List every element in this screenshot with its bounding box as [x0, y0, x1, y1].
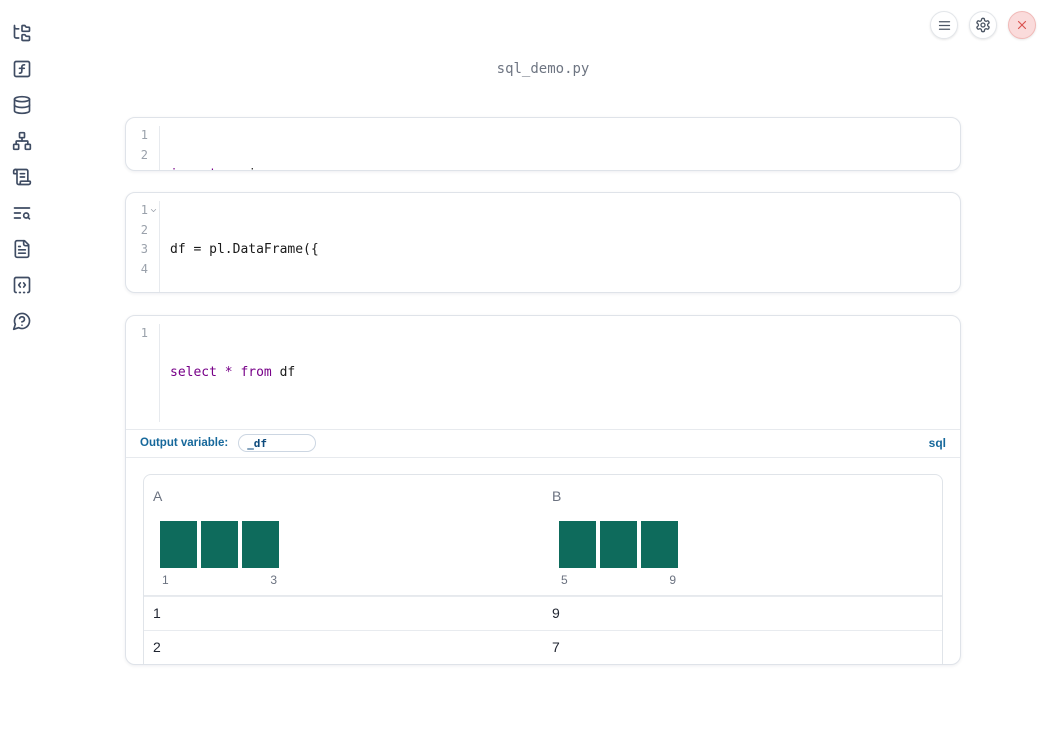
column-header-b: B 5 9	[543, 475, 942, 595]
code-editor[interactable]: 1 2 3 4 df = pl.DataFrame({ "A": [1, 2, …	[126, 193, 960, 292]
shutdown-button[interactable]	[1008, 11, 1036, 39]
fold-toggle-icon[interactable]	[149, 206, 158, 215]
settings-button[interactable]	[969, 11, 997, 39]
code-token: *	[224, 365, 233, 380]
line-number-text: 1	[140, 203, 148, 217]
histogram-bars	[160, 520, 279, 568]
code-token: from	[240, 365, 272, 380]
code-token: import	[170, 167, 217, 170]
histogram-bar	[242, 520, 279, 568]
line-number-gutter: 1	[126, 324, 160, 422]
histogram-bar	[160, 520, 197, 568]
code-line: df = pl.DataFrame({	[170, 240, 960, 260]
histogram-axis-labels: 1 3	[160, 573, 279, 587]
histogram-min-label: 5	[561, 572, 568, 587]
column-histogram: 5 9	[559, 520, 942, 587]
output-variable-input[interactable]: _df	[238, 434, 317, 452]
table-row: 3 5	[144, 663, 942, 666]
table-row: 2 7	[144, 629, 942, 664]
notebook-filename: sql_demo.py	[496, 61, 590, 77]
menu-button[interactable]	[930, 11, 958, 39]
line-number: 1	[140, 128, 148, 142]
line-number-gutter: 1 2	[126, 126, 160, 170]
line-number: 4	[140, 261, 148, 276]
scroll-icon[interactable]	[12, 167, 32, 187]
line-number: 2	[140, 222, 148, 237]
close-icon	[1015, 18, 1029, 32]
code-square-icon[interactable]	[12, 275, 32, 295]
histogram-axis-labels: 5 9	[559, 573, 678, 587]
gear-icon	[975, 17, 991, 33]
help-circle-icon[interactable]	[12, 311, 32, 331]
histogram-bar	[641, 520, 678, 568]
function-square-icon[interactable]	[12, 59, 32, 79]
table-cell: 9	[552, 604, 560, 621]
code-line: import marimo as mo	[170, 165, 960, 170]
line-number: 1	[140, 326, 148, 340]
sql-cell: 1 select * from df Output variable: _df …	[125, 315, 961, 665]
column-header-a: A 1 3	[144, 475, 543, 595]
table-cell: 3	[144, 665, 543, 666]
code-content: select * from df	[160, 324, 960, 422]
line-number: 3	[140, 242, 148, 256]
code-token: as	[280, 167, 296, 170]
table-cell: 1	[153, 604, 161, 621]
database-icon[interactable]	[12, 95, 32, 115]
table-cell: 7	[552, 638, 560, 655]
table-header: A 1 3 B 5 9	[144, 475, 942, 596]
code-token: df = pl.DataFrame({	[170, 242, 319, 257]
table-cell: 2	[153, 638, 161, 655]
line-number-gutter: 1 2 3 4	[126, 201, 160, 292]
menu-icon	[937, 18, 952, 33]
file-text-icon[interactable]	[12, 239, 32, 259]
table-row: 1 9	[144, 595, 942, 630]
histogram-max-label: 9	[669, 572, 676, 587]
code-token: df	[271, 365, 296, 380]
output-variable-row: Output variable: _df sql	[126, 430, 960, 458]
language-badge: sql	[928, 436, 946, 450]
line-number: 1	[126, 201, 159, 221]
code-cell-dataframe: 1 2 3 4 df = pl.DataFrame({ "A": [1, 2, …	[125, 192, 961, 293]
histogram-bar	[600, 520, 637, 568]
network-icon[interactable]	[12, 131, 32, 151]
cell-output: A 1 3 B 5 9 1 9 2 7	[126, 458, 960, 666]
code-token: marimo	[217, 167, 280, 170]
dataframe-table: A 1 3 B 5 9 1 9 2 7	[143, 473, 943, 666]
folder-tree-icon[interactable]	[12, 23, 32, 43]
helper-panel-sidebar	[0, 0, 44, 736]
line-number: 2	[140, 147, 148, 162]
code-content: df = pl.DataFrame({ "A": [1, 2, 3], "B":…	[160, 201, 960, 292]
code-line: select * from df	[170, 363, 960, 383]
histogram-min-label: 1	[162, 572, 169, 587]
output-variable-label: Output variable:	[140, 437, 229, 449]
column-histogram: 1 3	[160, 520, 543, 587]
histogram-bar	[201, 520, 238, 568]
column-name[interactable]: A	[153, 488, 543, 504]
histogram-bar	[559, 520, 596, 568]
code-token: select	[170, 365, 217, 380]
code-content: import marimo as mo import polars as pl	[160, 126, 960, 170]
code-cell-imports: 1 2 import marimo as mo import polars as…	[125, 117, 961, 171]
sql-code-editor[interactable]: 1 select * from df	[126, 316, 960, 430]
table-cell: 5	[543, 665, 942, 666]
code-editor[interactable]: 1 2 import marimo as mo import polars as…	[126, 118, 960, 170]
histogram-max-label: 3	[270, 572, 277, 587]
list-search-icon[interactable]	[12, 203, 32, 223]
code-token: mo	[295, 167, 319, 170]
notebook-actions	[930, 11, 1036, 39]
histogram-bars	[559, 520, 678, 568]
column-name[interactable]: B	[552, 488, 942, 504]
